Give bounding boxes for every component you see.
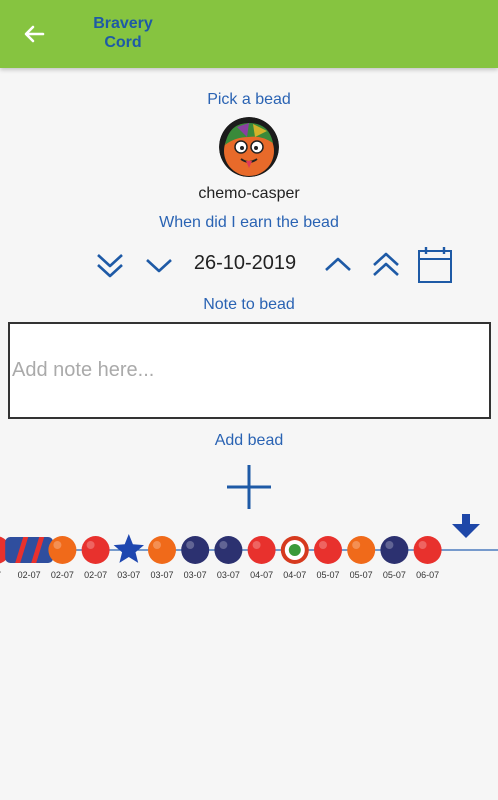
bead[interactable] (380, 536, 409, 564)
note-input[interactable] (10, 324, 489, 417)
calendar-icon[interactable] (416, 240, 454, 290)
bead-date-label: 02-07 (51, 570, 74, 580)
date-picker-row: 26-10-2019 (0, 240, 498, 290)
plus-icon (227, 465, 271, 509)
add-bead-button[interactable] (224, 462, 274, 512)
bead[interactable] (413, 536, 442, 564)
bead-date-label: 03-07 (184, 570, 207, 580)
bead-name: chemo-casper (198, 185, 300, 202)
add-bead-label: Add bead (214, 432, 284, 449)
bead[interactable] (280, 536, 309, 564)
bead[interactable] (314, 536, 342, 564)
app-title-line2: Cord (104, 34, 142, 51)
chevron-up-icon[interactable] (320, 240, 356, 290)
bead[interactable] (5, 537, 54, 563)
bead[interactable] (214, 536, 243, 564)
bead-date-label: 05-07 (350, 570, 373, 580)
chevron-down-icon[interactable] (141, 240, 177, 290)
bead-date-label: 03-07 (217, 570, 240, 580)
bravery-cord[interactable]: 07 02-07 02-07 02-07 03-07 03-07 03-07 03-07 04-… (0, 510, 498, 590)
bead-date-label: 03-07 (150, 570, 173, 580)
bead-date-label: 05-07 (383, 570, 406, 580)
app-title: Bravery Cord (78, 14, 168, 52)
back-arrow-icon[interactable] (18, 18, 50, 50)
bead-date-label: 04-07 (283, 570, 306, 580)
bead-date-label: 04-07 (250, 570, 273, 580)
selected-date[interactable]: 26-10-2019 (180, 252, 310, 275)
bead-date-label: 02-07 (84, 570, 107, 580)
bead-date-label: 02-07 (18, 570, 41, 580)
bead-date-label: 06-07 (416, 570, 439, 580)
note-label: Note to bead (203, 296, 295, 313)
double-chevron-down-icon[interactable] (92, 240, 128, 290)
double-chevron-up-icon[interactable] (368, 240, 404, 290)
bead-date-label: 03-07 (117, 570, 140, 580)
note-box (8, 322, 491, 419)
bead[interactable] (148, 536, 176, 564)
bead-date-label: 07 (0, 570, 1, 580)
when-earned-label: When did I earn the bead (159, 214, 339, 231)
bead-date-label: 05-07 (316, 570, 339, 580)
app-title-line1: Bravery (93, 15, 153, 32)
bead[interactable] (113, 534, 144, 563)
bead[interactable] (347, 536, 376, 564)
app-bar: Bravery Cord (0, 0, 498, 68)
bead[interactable] (181, 536, 210, 564)
bead-avatar[interactable] (219, 117, 279, 177)
pick-bead-label: Pick a bead (207, 91, 291, 108)
current-position-arrow-icon (452, 514, 480, 538)
bead[interactable] (48, 536, 77, 564)
bead-strand: 07 02-07 02-07 02-07 03-07 03-07 03-07 03-07 04-… (0, 514, 498, 580)
bead[interactable] (81, 536, 110, 564)
bead[interactable] (247, 536, 276, 564)
